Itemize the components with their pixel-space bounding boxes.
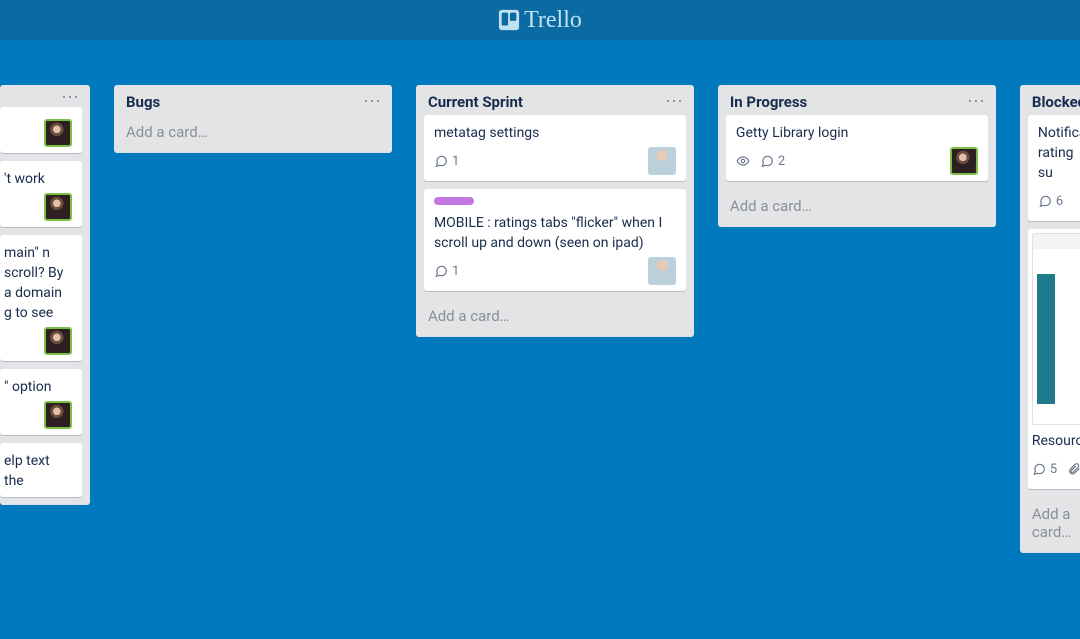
- comment-badge: 6: [1038, 194, 1063, 209]
- trello-logo-text: Trello: [524, 7, 582, 34]
- comment-icon: [1038, 194, 1052, 208]
- avatar[interactable]: [648, 257, 676, 285]
- top-bar: Trello: [0, 0, 1080, 40]
- comment-badge: 1: [434, 264, 459, 279]
- comment-badge: 2: [760, 154, 785, 169]
- list-bugs: Bugs ⋯ Add a card…: [114, 85, 392, 153]
- card[interactable]: elp text the: [0, 443, 82, 497]
- comment-badge: 5: [1032, 462, 1057, 477]
- card-title: 't work: [4, 169, 72, 189]
- list-in-progress: In Progress ⋯ Getty Library login 2: [718, 85, 996, 227]
- card[interactable]: Notificat rating su 6: [1028, 115, 1080, 221]
- list-cutoff-left: ⋯ 't work main" n scroll? By a domain g …: [0, 85, 90, 505]
- eye-icon: [736, 154, 750, 168]
- trello-logo-icon: [498, 9, 520, 31]
- card-title: elp text the: [4, 451, 72, 491]
- avatar[interactable]: [44, 401, 72, 429]
- card-title: MOBILE : ratings tabs "flicker" when I s…: [434, 213, 676, 253]
- card[interactable]: 't work: [0, 161, 82, 227]
- comment-icon: [434, 154, 448, 168]
- list-title[interactable]: Bugs: [126, 93, 160, 111]
- comment-badge: 1: [434, 154, 459, 169]
- add-card-button[interactable]: Add a card…: [416, 299, 694, 337]
- avatar[interactable]: [44, 327, 72, 355]
- add-card-button[interactable]: Add a card…: [718, 189, 996, 227]
- paperclip-icon: [1067, 462, 1080, 476]
- trello-logo[interactable]: Trello: [498, 7, 582, 34]
- card-title: main" n scroll? By a domain g to see: [4, 243, 72, 323]
- list-current-sprint: Current Sprint ⋯ metatag settings 1: [416, 85, 694, 337]
- card-label-purple: [434, 197, 474, 205]
- card[interactable]: Getty Library login 2: [726, 115, 988, 181]
- avatar[interactable]: [44, 193, 72, 221]
- avatar[interactable]: [950, 147, 978, 175]
- list-menu-icon[interactable]: ⋯: [363, 97, 382, 107]
- list-title[interactable]: In Progress: [730, 93, 807, 111]
- attachment-badge: [1067, 462, 1080, 476]
- card[interactable]: MOBILE : ratings tabs "flicker" when I s…: [424, 189, 686, 291]
- list-menu-icon[interactable]: ⋯: [967, 97, 986, 107]
- comment-icon: [1032, 462, 1046, 476]
- board[interactable]: ⋯ 't work main" n scroll? By a domain g …: [0, 40, 1080, 639]
- card-title: Getty Library login: [736, 123, 978, 143]
- watch-badge: [736, 154, 750, 168]
- card-title: Notificat rating su: [1038, 123, 1080, 183]
- add-card-button[interactable]: Add a card…: [1020, 497, 1080, 553]
- list-title[interactable]: Blocked: [1032, 93, 1080, 111]
- add-card-button[interactable]: Add a card…: [114, 115, 392, 153]
- card[interactable]: " option: [0, 369, 82, 435]
- card-title: Resource: [1032, 431, 1080, 451]
- card-title: metatag settings: [434, 123, 676, 143]
- card-cover-image: [1032, 233, 1080, 425]
- list-blocked: Blocked Notificat rating su 6 Resource: [1020, 85, 1080, 553]
- card[interactable]: Resource 5: [1028, 229, 1080, 489]
- card-title: " option: [4, 377, 72, 397]
- card[interactable]: [0, 107, 82, 153]
- list-menu-icon[interactable]: ⋯: [61, 93, 80, 103]
- avatar[interactable]: [648, 147, 676, 175]
- comment-icon: [760, 154, 774, 168]
- card[interactable]: metatag settings 1: [424, 115, 686, 181]
- avatar[interactable]: [44, 119, 72, 147]
- list-title[interactable]: Current Sprint: [428, 93, 523, 111]
- list-menu-icon[interactable]: ⋯: [665, 97, 684, 107]
- card[interactable]: main" n scroll? By a domain g to see: [0, 235, 82, 361]
- comment-icon: [434, 264, 448, 278]
